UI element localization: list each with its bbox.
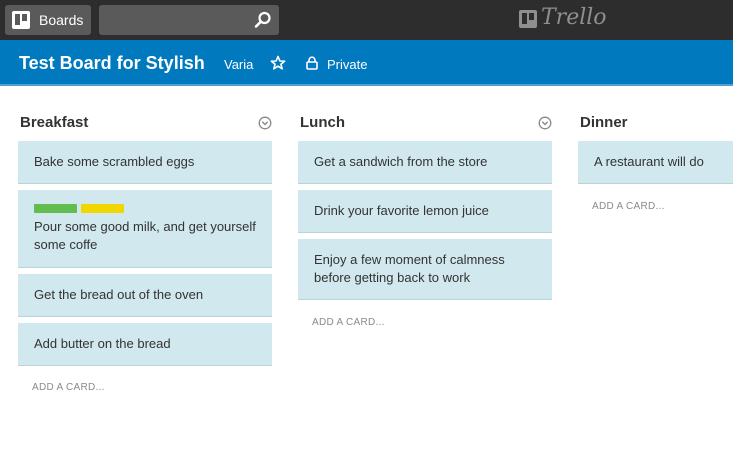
top-header: Boards Trello — [0, 0, 733, 40]
add-card-link[interactable]: ADD A CARD... — [312, 317, 385, 328]
list-dinner: Dinner A restaurant will do ADD A CARD..… — [578, 100, 733, 240]
list-title[interactable]: Dinner — [580, 114, 628, 131]
search-icon[interactable] — [254, 11, 272, 29]
boards-button-label: Boards — [39, 12, 84, 28]
list-title[interactable]: Breakfast — [20, 114, 88, 131]
list-title[interactable]: Lunch — [300, 114, 345, 131]
trello-logo-icon — [519, 10, 537, 28]
card-text: Add butter on the bread — [34, 336, 171, 351]
board-title[interactable]: Test Board for Stylish — [19, 53, 205, 74]
board-organization[interactable]: Varia — [224, 57, 253, 72]
boards-icon — [12, 11, 30, 29]
card-text: Pour some good milk, and get yourself so… — [34, 219, 256, 252]
card-text: Drink your favorite lemon juice — [314, 203, 489, 218]
star-icon[interactable] — [270, 55, 286, 71]
card[interactable]: Get a sandwich from the store — [298, 141, 552, 184]
boards-button[interactable]: Boards — [5, 5, 91, 35]
trello-logo-text: Trello — [541, 5, 607, 30]
card[interactable]: Get the bread out of the oven — [18, 274, 272, 317]
card[interactable]: Drink your favorite lemon juice — [298, 190, 552, 233]
card-text: Enjoy a few moment of calmness before ge… — [314, 252, 505, 285]
add-card-link[interactable]: ADD A CARD... — [592, 201, 665, 212]
card-text: Get the bread out of the oven — [34, 287, 204, 302]
search-box[interactable] — [99, 5, 279, 35]
card-labels — [34, 204, 256, 213]
chevron-down-icon[interactable] — [258, 116, 272, 130]
search-input[interactable] — [99, 5, 249, 35]
board-privacy[interactable]: Private — [327, 57, 367, 72]
chevron-down-icon[interactable] — [538, 116, 552, 130]
card-text: Bake some scrambled eggs — [34, 154, 195, 169]
card[interactable]: A restaurant will do — [578, 141, 733, 184]
card-text: A restaurant will do — [594, 154, 704, 169]
label-green — [34, 204, 77, 213]
board-header: Test Board for Stylish Varia Private — [0, 40, 733, 86]
lock-icon — [306, 56, 318, 70]
card[interactable]: Enjoy a few moment of calmness before ge… — [298, 239, 552, 300]
label-yellow — [81, 204, 124, 213]
card-text: Get a sandwich from the store — [314, 154, 488, 169]
card[interactable]: Bake some scrambled eggs — [18, 141, 272, 184]
add-card-link[interactable]: ADD A CARD... — [32, 382, 105, 393]
card[interactable]: Pour some good milk, and get yourself so… — [18, 190, 272, 268]
card[interactable]: Add butter on the bread — [18, 323, 272, 366]
